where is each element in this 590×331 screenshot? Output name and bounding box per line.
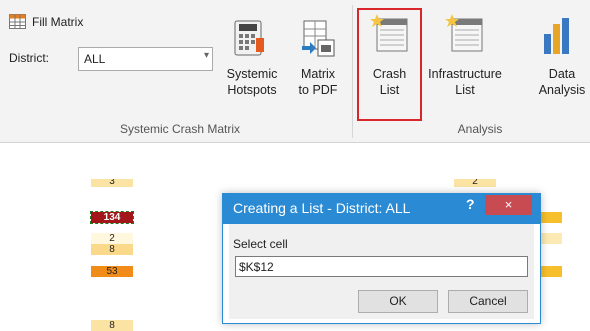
dialog-titlebar[interactable]: Creating a List - District: ALL ? × [223,194,540,224]
dialog-title: Creating a List - District: ALL [233,200,411,216]
pdf-export-icon [302,20,335,57]
sheet-cell[interactable] [540,266,562,277]
sheet-cell[interactable] [540,212,562,223]
infrastructure-list-button[interactable]: Infrastructure List [422,10,508,118]
group-separator [352,5,353,138]
sheet-cell[interactable]: 8 [91,244,133,255]
district-dropdown[interactable]: ALL ▾ [78,47,213,71]
infrastructure-list-label: Infrastructure List [428,67,502,97]
cell-reference-input[interactable]: $K$12 [235,256,528,277]
ok-button[interactable]: OK [358,290,438,313]
ribbon: Fill Matrix District: ALL ▾ Systemic Hot… [0,0,590,143]
data-analysis-label: Data Analysis [538,67,586,97]
analysis-group-label: Analysis [457,122,503,136]
fill-matrix-button[interactable]: Fill Matrix [9,14,109,36]
sheet-cell-selected[interactable]: 134 [90,211,134,224]
create-list-dialog: Creating a List - District: ALL ? × Sele… [222,193,541,324]
sheet-cell[interactable]: 2 [454,179,496,187]
select-cell-label: Select cell [233,237,288,251]
calculator-icon [234,20,264,56]
bar-chart-icon [544,18,569,54]
systemic-group-label: Systemic Crash Matrix [119,122,241,136]
fill-matrix-label: Fill Matrix [32,15,84,29]
table-icon [9,14,26,29]
district-label: District: [9,51,49,65]
new-list-icon [445,14,483,52]
cancel-button[interactable]: Cancel [448,290,528,313]
close-button[interactable]: × [485,195,532,215]
help-icon[interactable]: ? [466,196,475,212]
matrix-to-pdf-button[interactable]: Matrix to PDF [287,14,349,114]
systemic-hotspots-label: Systemic Hotspots [226,67,278,97]
district-value: ALL [84,52,106,66]
sheet-cell[interactable]: 8 [91,320,133,331]
sheet-cell[interactable] [540,233,562,244]
matrix-to-pdf-label: Matrix to PDF [298,67,338,97]
systemic-hotspots-button[interactable]: Systemic Hotspots [217,14,287,114]
sheet-cell[interactable]: 2 [91,233,133,244]
dialog-body: Select cell $K$12 OK Cancel [229,224,534,319]
data-analysis-button[interactable]: Data Analysis [527,10,590,118]
crash-list-highlight [357,8,422,121]
chevron-down-icon: ▾ [203,50,209,61]
sheet-cell[interactable]: 3 [91,179,133,187]
sheet-cell[interactable]: 53 [91,266,133,277]
